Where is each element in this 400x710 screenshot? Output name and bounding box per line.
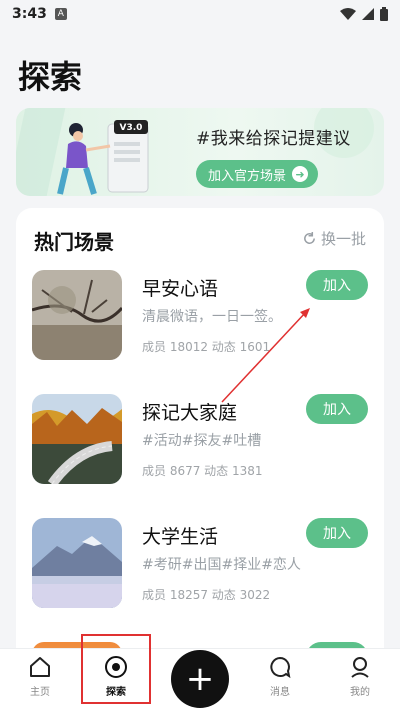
scene-thumbnail-college [32,518,122,608]
arrow-right-icon: ➜ [292,166,309,182]
tab-home-label: 主页 [30,687,50,698]
page-title: 探索 [18,58,83,96]
join-official-scene-label: 加入官方场景 [208,168,287,184]
scene-name: 探记大家庭 [142,402,238,424]
hot-scenes-card: 热门场景 换一批 早安心语 清晨微语，一日一签。 成员 18012 动态 160… [16,208,384,668]
scene-thumbnail-family [32,394,122,484]
scene-thumbnail-morning [32,270,122,360]
tab-profile[interactable]: 我的 [330,655,390,707]
signal-icon [362,8,374,20]
banner-text: #我来给探记提建议 [196,129,351,149]
scene-stats: 成员 18012 动态 1601 [142,340,271,354]
join-button[interactable]: 加入 [306,394,368,424]
scene-description: #考研#出国#择业#恋人 [142,557,301,573]
join-button[interactable]: 加入 [306,518,368,548]
tab-messages[interactable]: 消息 [250,655,310,707]
scene-description: 清晨微语，一日一签。 [142,309,282,325]
tab-messages-label: 消息 [270,687,290,698]
suggestion-banner[interactable]: V3.0 #我来给探记提建议 加入官方场景 ➜ [16,108,384,196]
status-indicators [340,7,388,21]
status-time: 3:43 [12,6,47,22]
home-icon [30,657,50,677]
notification-a-icon: A [54,8,67,20]
join-official-scene-button[interactable]: 加入官方场景 ➜ [196,160,319,188]
scene-item[interactable]: 探记大家庭 #活动#探友#吐槽 成员 8677 动态 1381 加入 [32,394,368,484]
tab-home[interactable]: 主页 [10,655,70,707]
scene-description: #活动#探友#吐槽 [142,433,262,449]
join-button[interactable]: 加入 [306,270,368,300]
scene-item[interactable]: 大学生活 #考研#出国#择业#恋人 成员 18257 动态 3022 加入 [32,518,368,608]
message-icon [270,656,291,679]
plus-icon: + [185,659,215,699]
scene-stats: 成员 8677 动态 1381 [142,464,263,478]
profile-icon [351,657,369,678]
hot-scenes-title: 热门场景 [34,230,114,254]
refresh-label: 换一批 [320,230,366,248]
annotation-highlight-box [81,634,151,704]
refresh-button[interactable]: 换一批 [302,228,366,249]
tab-profile-label: 我的 [350,687,370,698]
scene-item[interactable]: 早安心语 清晨微语，一日一签。 成员 18012 动态 1601 加入 [32,270,368,360]
status-bar: 3:43 A [0,0,400,28]
refresh-icon [304,231,315,244]
banner-illustration: V3.0 [57,120,149,195]
battery-icon [380,7,388,21]
wifi-icon [340,8,356,20]
scene-stats: 成员 18257 动态 3022 [142,588,271,602]
version-tag: V3.0 [120,123,143,133]
scene-name: 大学生活 [142,526,219,548]
create-post-button[interactable]: + [171,650,229,708]
scene-name: 早安心语 [142,278,219,300]
